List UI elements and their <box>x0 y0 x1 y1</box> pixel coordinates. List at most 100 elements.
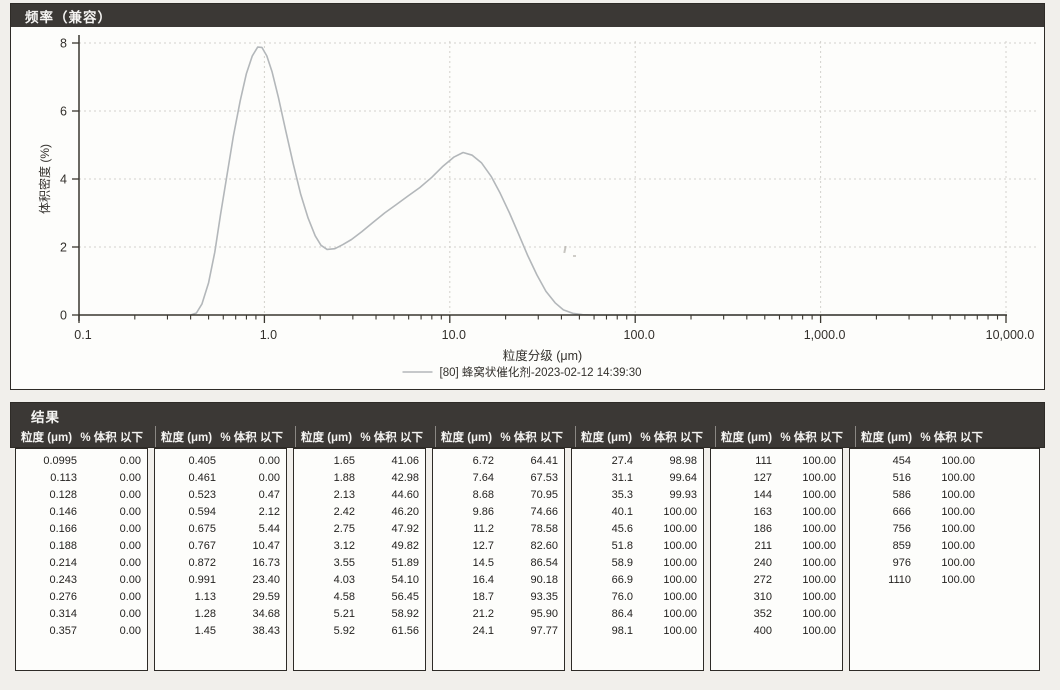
result-row: 18.793.35 <box>433 589 564 606</box>
result-row: 352100.00 <box>711 606 842 623</box>
pct-below-value: 0.00 <box>77 453 141 470</box>
pct-below-value: 100.00 <box>633 555 697 572</box>
tick-labels: 024680.11.010.0100.01,000.010,000.0 <box>60 37 1034 343</box>
result-row: 0.2140.00 <box>16 555 147 572</box>
size-value: 2.75 <box>297 521 355 538</box>
col-header-pct-label: % 体积 以下 <box>920 429 983 445</box>
size-value: 18.7 <box>436 589 494 606</box>
y-tick-label: 8 <box>60 37 67 51</box>
result-row: 0.1130.00 <box>16 470 147 487</box>
pct-below-value: 100.00 <box>911 521 975 538</box>
result-row: 586100.00 <box>850 487 1039 504</box>
result-row: 98.1100.00 <box>572 623 703 640</box>
size-value: 0.113 <box>19 470 77 487</box>
size-value: 1110 <box>853 572 911 589</box>
x-tick-label: 100.0 <box>624 328 655 342</box>
result-row: 1.1329.59 <box>155 589 286 606</box>
result-row: 0.4050.00 <box>155 453 286 470</box>
result-row: 6.7264.41 <box>433 453 564 470</box>
results-column-group: 111100.00127100.00144100.00163100.001861… <box>710 448 843 671</box>
result-row: 756100.00 <box>850 521 1039 538</box>
result-row: 1.6541.06 <box>294 453 425 470</box>
result-row: 76.0100.00 <box>572 589 703 606</box>
result-row: 9.8674.66 <box>433 504 564 521</box>
size-value: 5.92 <box>297 623 355 640</box>
x-tick-label: 1.0 <box>260 328 277 342</box>
pct-below-value: 100.00 <box>911 555 975 572</box>
pct-below-value: 51.89 <box>355 555 419 572</box>
pct-below-value: 100.00 <box>772 521 836 538</box>
pct-below-value: 54.10 <box>355 572 419 589</box>
result-row: 35.399.93 <box>572 487 703 504</box>
results-col-header: 粒度 (μm)% 体积 以下 <box>16 426 149 447</box>
pct-below-value: 47.92 <box>355 521 419 538</box>
size-value: 1.28 <box>158 606 216 623</box>
y-tick-label: 6 <box>60 105 67 119</box>
result-row: 111100.00 <box>711 453 842 470</box>
size-value: 0.276 <box>19 589 77 606</box>
size-value: 7.64 <box>436 470 494 487</box>
result-row: 144100.00 <box>711 487 842 504</box>
result-row: 976100.00 <box>850 555 1039 572</box>
size-value: 976 <box>853 555 911 572</box>
pct-below-value: 100.00 <box>772 572 836 589</box>
size-value: 272 <box>714 572 772 589</box>
chart-legend: [80] 蜂窝状催化剂-2023-02-12 14:39:30 <box>403 365 642 379</box>
pct-below-value: 100.00 <box>633 538 697 555</box>
pct-below-value: 46.20 <box>355 504 419 521</box>
size-value: 163 <box>714 504 772 521</box>
result-row: 0.3140.00 <box>16 606 147 623</box>
result-row: 0.09950.00 <box>16 453 147 470</box>
result-row: 1110100.00 <box>850 572 1039 589</box>
size-value: 0.767 <box>158 538 216 555</box>
result-row: 0.2760.00 <box>16 589 147 606</box>
result-row: 11.278.58 <box>433 521 564 538</box>
size-value: 127 <box>714 470 772 487</box>
pct-below-value: 100.00 <box>633 606 697 623</box>
result-row: 8.6870.95 <box>433 487 564 504</box>
axes <box>79 35 1007 321</box>
pct-below-value: 0.00 <box>77 555 141 572</box>
y-tick-label: 4 <box>60 173 67 187</box>
pct-below-value: 0.47 <box>216 487 280 504</box>
x-tick-label: 1,000.0 <box>804 328 846 342</box>
size-value: 0.405 <box>158 453 216 470</box>
results-header-bar: 结果 粒度 (μm)% 体积 以下粒度 (μm)% 体积 以下粒度 (μm)% … <box>10 402 1045 448</box>
col-header-pct-label: % 体积 以下 <box>500 429 563 445</box>
result-row: 516100.00 <box>850 470 1039 487</box>
chart-area: 024680.11.010.0100.01,000.010,000.0体积密度 … <box>11 27 1044 388</box>
result-row: 21.295.90 <box>433 606 564 623</box>
result-row: 127100.00 <box>711 470 842 487</box>
size-value: 58.9 <box>575 555 633 572</box>
col-header-size-label: 粒度 (μm) <box>161 429 212 445</box>
col-header-size-label: 粒度 (μm) <box>861 429 912 445</box>
pct-below-value: 44.60 <box>355 487 419 504</box>
pct-below-value: 78.58 <box>494 521 558 538</box>
result-row: 12.782.60 <box>433 538 564 555</box>
pct-below-value: 100.00 <box>911 504 975 521</box>
pct-below-value: 99.93 <box>633 487 697 504</box>
result-row: 16.490.18 <box>433 572 564 589</box>
pct-below-value: 86.54 <box>494 555 558 572</box>
result-row: 51.8100.00 <box>572 538 703 555</box>
pct-below-value: 90.18 <box>494 572 558 589</box>
pct-below-value: 100.00 <box>911 453 975 470</box>
size-value: 86.4 <box>575 606 633 623</box>
pct-below-value: 70.95 <box>494 487 558 504</box>
result-row: 2.7547.92 <box>294 521 425 538</box>
pct-below-value: 16.73 <box>216 555 280 572</box>
pct-below-value: 100.00 <box>911 538 975 555</box>
size-value: 0.594 <box>158 504 216 521</box>
result-row: 5.9261.56 <box>294 623 425 640</box>
pct-below-value: 29.59 <box>216 589 280 606</box>
result-row: 27.498.98 <box>572 453 703 470</box>
size-value: 0.314 <box>19 606 77 623</box>
pct-below-value: 0.00 <box>77 606 141 623</box>
size-value: 6.72 <box>436 453 494 470</box>
size-value: 3.55 <box>297 555 355 572</box>
pct-below-value: 0.00 <box>77 504 141 521</box>
pct-below-value: 100.00 <box>772 589 836 606</box>
pct-below-value: 42.98 <box>355 470 419 487</box>
pct-below-value: 49.82 <box>355 538 419 555</box>
results-column-group: 1.6541.061.8842.982.1344.602.4246.202.75… <box>293 448 426 671</box>
